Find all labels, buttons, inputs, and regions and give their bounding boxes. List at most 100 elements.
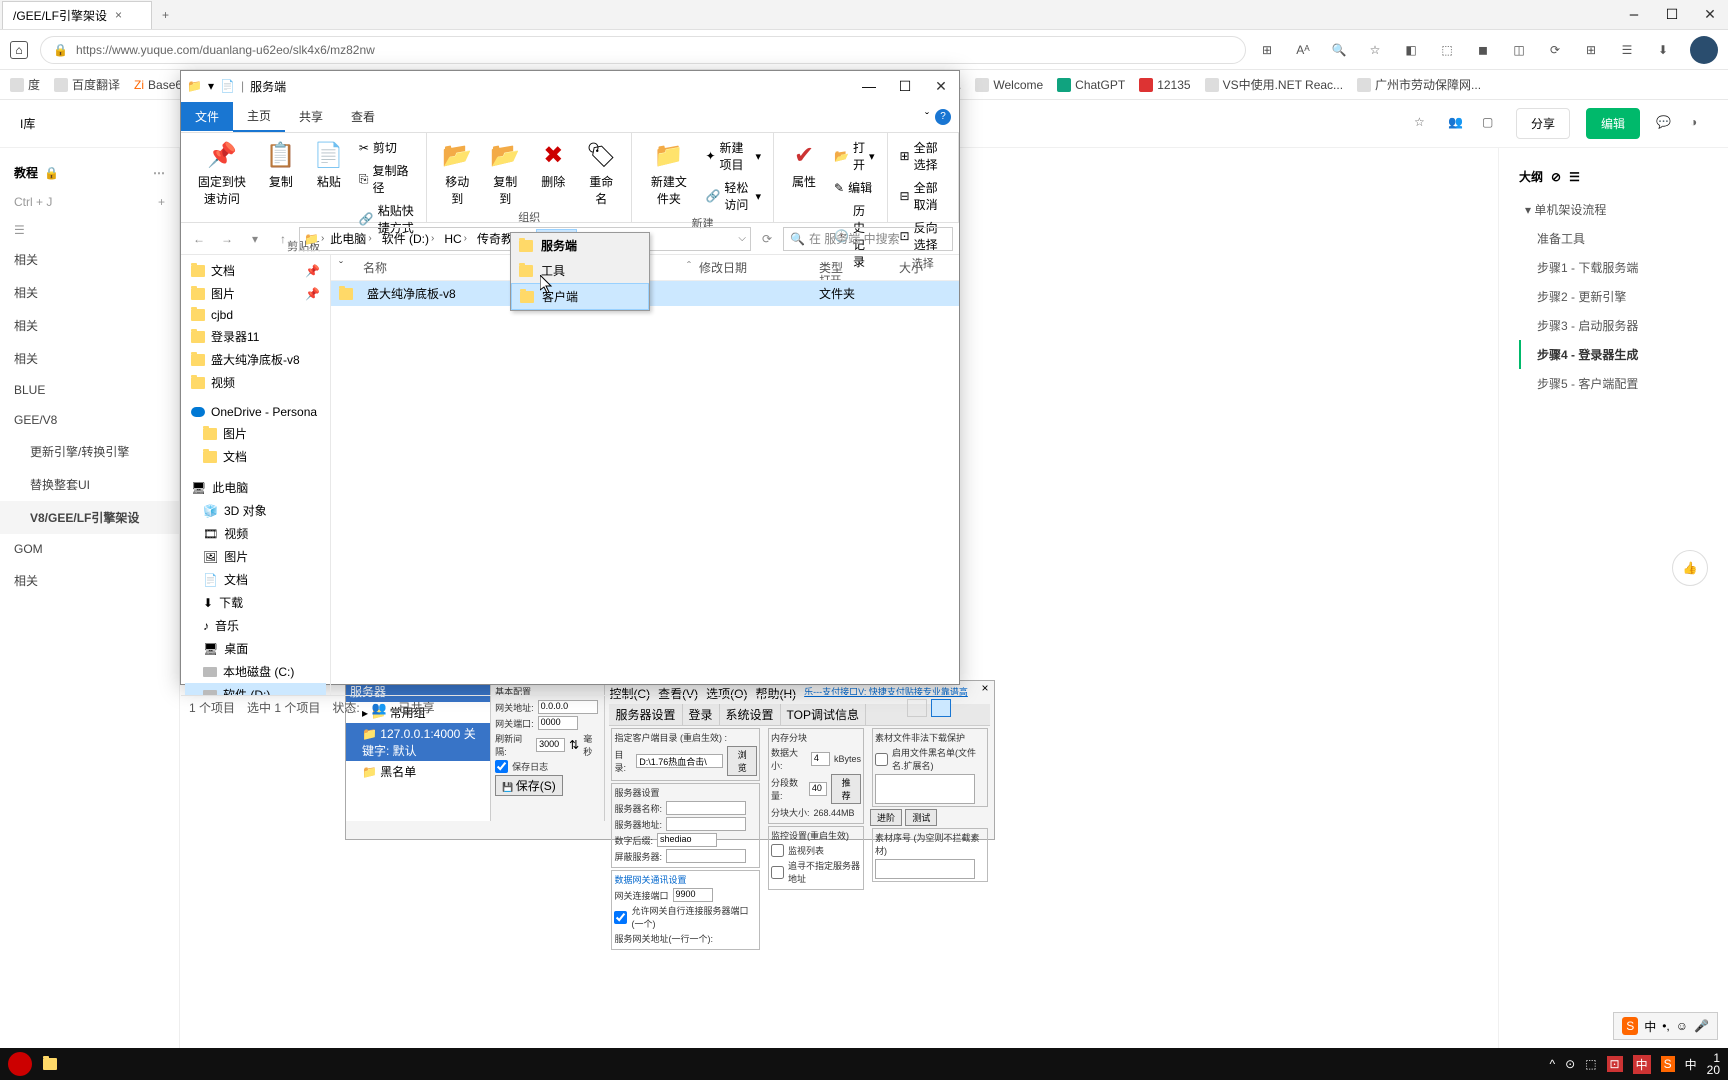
bookmark-item[interactable]: VS中使用.NET Reac... [1205, 76, 1343, 93]
explorer-search-input[interactable]: 🔍 在 服务端 中搜索 [783, 227, 953, 251]
config-tree-item-selected[interactable]: 📁 127.0.0.1:4000 关键字: 默认 [346, 723, 490, 761]
nav-item[interactable]: 文档 [185, 445, 326, 468]
thumbs-up-button[interactable]: 👍 [1672, 550, 1708, 586]
taskbar-explorer-icon[interactable] [32, 1050, 68, 1078]
ribbon-tab-file[interactable]: 文件 [181, 102, 233, 131]
chevron-icon[interactable]: ˇ [339, 259, 355, 276]
zoom-icon[interactable]: 🔍 [1330, 41, 1348, 59]
nav-item[interactable]: 图片 [185, 422, 326, 445]
advanced-button[interactable]: 进阶 [870, 809, 902, 826]
nav-item[interactable]: 🧊3D 对象 [185, 499, 326, 522]
selectall-button[interactable]: ⊞全部选择 [896, 137, 950, 175]
ext1-icon[interactable]: ◧ [1402, 41, 1420, 59]
emoji-icon[interactable]: ☺ [1676, 1019, 1688, 1033]
more-icon[interactable]: ⋯ [153, 166, 165, 180]
dropdown-icon[interactable]: ▾ [208, 79, 214, 93]
test-button[interactable]: 测试 [905, 809, 937, 826]
moveto-button[interactable]: 📂移动到 [435, 137, 479, 209]
explorer-titlebar[interactable]: 📁 ▾ 📄 | 服务端 — ☐ ✕ [181, 71, 959, 101]
bookmark-item[interactable]: Welcome [975, 78, 1043, 92]
avatar-icon[interactable] [1690, 36, 1718, 64]
bookmark-item[interactable]: 度 [10, 76, 40, 93]
refresh-input[interactable]: 3000 [536, 738, 565, 752]
tray-sogou-icon[interactable]: S [1661, 1056, 1675, 1072]
column-date[interactable]: 修改日期 [691, 259, 811, 276]
sidebar-item[interactable]: 相关 [0, 564, 179, 597]
nav-item-onedrive[interactable]: OneDrive - Persona [185, 402, 326, 422]
sidebar-item-active[interactable]: V8/GEE/LF引擎架设 [0, 501, 179, 534]
rename-button[interactable]: 🏷重命名 [579, 137, 623, 209]
comment-icon[interactable]: 💬 [1656, 115, 1674, 133]
bookmark-item[interactable]: 广州市劳动保障网... [1357, 76, 1481, 93]
recommend-button[interactable]: 推荐 [831, 774, 861, 804]
ext3-icon[interactable]: ◼ [1474, 41, 1492, 59]
window-close-button[interactable]: ✕ [1692, 0, 1728, 30]
nav-item[interactable]: 本地磁盘 (C:) [185, 660, 326, 683]
tray-lang[interactable]: 中 [1685, 1056, 1697, 1073]
nav-item-selected[interactable]: 软件 (D:) [185, 683, 326, 695]
toc-item[interactable]: 步骤1 - 下载服务端 [1519, 253, 1708, 282]
column-type[interactable]: 类型 [811, 259, 891, 276]
addr-checkbox[interactable] [771, 866, 784, 879]
tray-ime-icon[interactable]: 中 [1633, 1055, 1651, 1074]
refresh-icon[interactable]: ⟳ [1546, 41, 1564, 59]
sidebar-item[interactable]: 替换整套UI [0, 468, 179, 501]
eye-off-icon[interactable]: ⊘ [1551, 170, 1561, 184]
delete-button[interactable]: ✖删除 [531, 137, 575, 192]
nav-item[interactable]: ⬇下载 [185, 591, 326, 614]
explorer-close-button[interactable]: ✕ [923, 71, 959, 101]
suffix-input[interactable]: shediao [657, 833, 717, 847]
nav-item[interactable]: cjbd [185, 305, 326, 325]
svr-name-input[interactable] [666, 801, 746, 815]
chevron-up-icon[interactable]: ˇ [925, 110, 929, 124]
repo-name[interactable]: I库 [20, 115, 35, 132]
dropdown-item-hover[interactable]: 客户端 [511, 283, 649, 310]
newitem-button[interactable]: ✦新建项目 ▾ [701, 137, 765, 175]
browse-button[interactable]: 浏览 [727, 746, 757, 776]
save-log-checkbox[interactable] [495, 760, 508, 773]
nav-item[interactable]: 🖥桌面 [185, 637, 326, 660]
pin-button[interactable]: 📌固定到快速访问 [189, 137, 255, 209]
help-icon[interactable]: ? [935, 109, 951, 125]
dropdown-item[interactable]: 服务端 [511, 233, 649, 258]
toc-item-active[interactable]: 步骤4 - 登录器生成 [1519, 340, 1708, 369]
collab-icon[interactable]: 👥 [1448, 115, 1466, 133]
gw-self-checkbox[interactable] [614, 911, 627, 924]
spinner-icon[interactable]: ⇅ [569, 738, 579, 752]
cut-button[interactable]: ✂剪切 [355, 137, 418, 158]
tray-icon[interactable]: ⊡ [1607, 1056, 1623, 1072]
mon-checkbox[interactable] [771, 844, 784, 857]
sidebar-item[interactable]: GEE/V8 [0, 405, 179, 435]
ext2-icon[interactable]: ⬚ [1438, 41, 1456, 59]
nav-item[interactable]: 盛大纯净底板-v8 [185, 348, 326, 371]
sidebar-item[interactable]: 相关 [0, 243, 179, 276]
nav-item[interactable]: 🖼图片 [185, 545, 326, 568]
tray-icon[interactable]: ⬚ [1585, 1057, 1596, 1071]
record-icon[interactable] [8, 1052, 32, 1076]
easyaccess-button[interactable]: 🔗轻松访问 ▾ [701, 177, 765, 215]
ime-mode[interactable]: 中 [1644, 1018, 1656, 1035]
read-icon[interactable]: ☰ [1618, 41, 1636, 59]
window-maximize-button[interactable]: ☐ [1654, 0, 1690, 30]
up-button[interactable]: ↑ [271, 227, 295, 251]
column-size[interactable]: 大小 [891, 259, 951, 276]
window-minimize-button[interactable]: — [1616, 0, 1652, 30]
refresh-button[interactable]: ⟳ [755, 227, 779, 251]
star-icon[interactable]: ☆ [1414, 115, 1432, 133]
nav-item[interactable]: 文档📌 [185, 259, 326, 282]
properties-button[interactable]: ✔属性 [782, 137, 826, 192]
nav-item[interactable]: 图片📌 [185, 282, 326, 305]
ext4-icon[interactable]: ◫ [1510, 41, 1528, 59]
breadcrumb-segment[interactable]: 此电脑› [326, 230, 375, 247]
toc-item[interactable]: ▾ 单机架设流程 [1519, 195, 1708, 224]
sidebar-item[interactable]: 相关 [0, 342, 179, 375]
explorer-min-button[interactable]: — [851, 71, 887, 101]
newfolder-button[interactable]: 📁新建文件夹 [640, 137, 697, 209]
text-size-icon[interactable]: Aᴬ [1294, 41, 1312, 59]
nav-item[interactable]: ♪音乐 [185, 614, 326, 637]
explorer-max-button[interactable]: ☐ [887, 71, 923, 101]
ribbon-tab-home[interactable]: 主页 [233, 101, 285, 132]
nav-pane[interactable]: 文档📌 图片📌 cjbd 登录器11 盛大纯净底板-v8 视频 OneDrive… [181, 255, 331, 695]
nav-item[interactable]: 视频 [185, 371, 326, 394]
breadcrumb-segment[interactable]: HC› [440, 232, 471, 246]
